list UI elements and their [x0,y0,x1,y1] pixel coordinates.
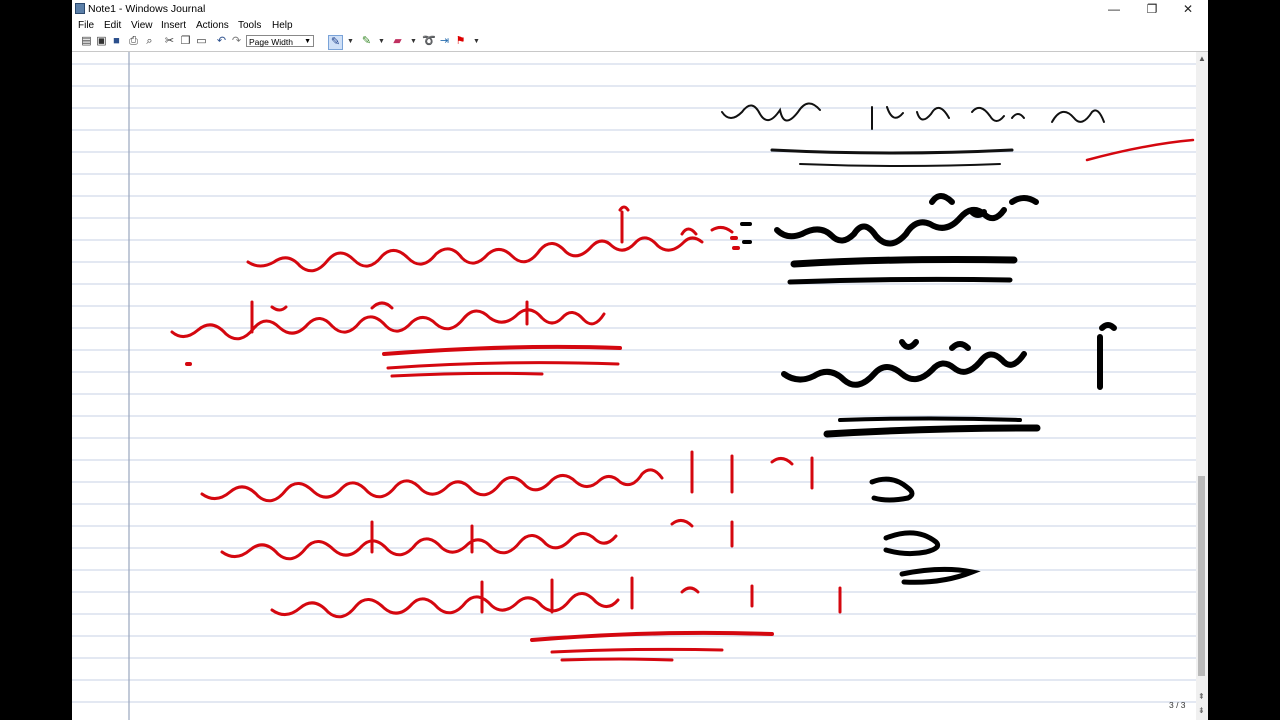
highlighter-icon[interactable]: ✎ [360,35,373,48]
menu-tools[interactable]: Tools [238,20,261,31]
toolbar: ▤ ▣ ■ ⎙ ⌕ ✂ ❐ ▭ ↶ ↷ Page Width ▼ ✎ ▼ ✎ ▼… [72,33,1208,52]
print-icon[interactable]: ⎙ [127,35,140,48]
scroll-up-icon[interactable]: ▲ [1198,54,1206,63]
maximize-button[interactable]: ❐ [1134,0,1170,18]
highlighter-dropdown-chevron-icon[interactable]: ▼ [375,35,388,48]
black-ink-block-2 [781,322,1117,438]
heading-black-ink [721,102,1105,167]
menu-bar: File Edit View Insert Actions Tools Help [72,18,1208,33]
ruled-lines [72,63,1196,703]
page-indicator: 3 / 3 [1169,700,1186,710]
menu-actions[interactable]: Actions [196,20,229,31]
note-page[interactable] [72,52,1196,720]
menu-file[interactable]: File [78,20,94,31]
lasso-icon[interactable]: ➰ [422,35,436,48]
flag-icon[interactable]: ⚑ [454,35,467,48]
insert-space-icon[interactable]: ⇥ [438,35,451,48]
vertical-scrollbar[interactable]: ▲ ⇞ ⇟ [1196,52,1208,720]
open-icon[interactable]: ▣ [95,35,108,48]
close-button[interactable]: ✕ [1170,0,1206,18]
paste-icon[interactable]: ▭ [195,35,208,48]
redo-icon[interactable]: ↷ [230,35,243,48]
pen-dropdown-chevron-icon[interactable]: ▼ [344,35,357,48]
menu-help[interactable]: Help [272,20,293,31]
red-ink-paragraph-1 [170,205,740,378]
minimize-button[interactable]: — [1096,0,1132,18]
menu-view[interactable]: View [131,20,153,31]
zoom-select[interactable]: Page Width ▼ [246,35,314,47]
scroll-thumb[interactable] [1198,476,1205,676]
black-ink-marks [869,476,981,585]
new-note-icon[interactable]: ▤ [80,35,93,48]
window-title: Note1 - Windows Journal [88,3,206,15]
cut-icon[interactable]: ✂ [163,35,176,48]
chevron-down-icon: ▼ [304,38,311,45]
eraser-icon[interactable]: ▰ [391,35,404,48]
zoom-select-value: Page Width [249,37,293,47]
scroll-page-up-icon[interactable]: ⇞ [1198,692,1205,701]
red-ink-paragraph-2 [200,450,842,662]
undo-icon[interactable]: ↶ [215,35,228,48]
menu-edit[interactable]: Edit [104,20,121,31]
save-icon[interactable]: ■ [110,35,123,48]
journal-app-icon [75,3,85,14]
flag-dropdown-chevron-icon[interactable]: ▼ [470,35,483,48]
handwriting-canvas [72,52,1196,720]
title-bar: Note1 - Windows Journal — ❐ ✕ [72,0,1208,18]
find-icon[interactable]: ⌕ [143,35,156,48]
black-ink-block-1 [740,193,1039,285]
eraser-dropdown-chevron-icon[interactable]: ▼ [407,35,420,48]
pen-icon[interactable]: ✎ [328,35,343,50]
scroll-page-down-icon[interactable]: ⇟ [1198,706,1205,715]
heading-red-underline [1085,138,1195,162]
journal-window: Note1 - Windows Journal — ❐ ✕ File Edit … [72,0,1208,720]
copy-icon[interactable]: ❐ [179,35,192,48]
menu-insert[interactable]: Insert [161,20,186,31]
